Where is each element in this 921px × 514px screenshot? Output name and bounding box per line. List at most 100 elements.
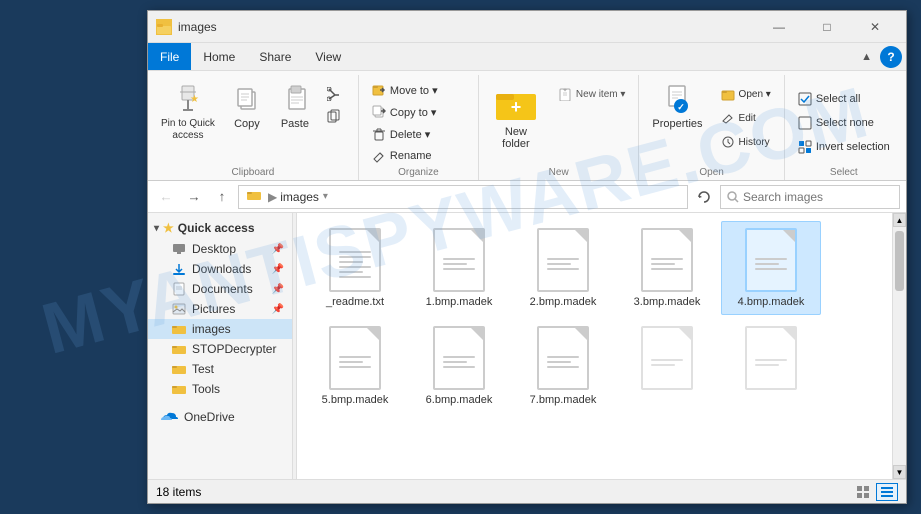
file-name-readme: _readme.txt bbox=[326, 296, 384, 308]
folder-icon-tools bbox=[172, 383, 186, 395]
invert-selection-label: Invert selection bbox=[816, 141, 890, 153]
file-icon-7bmp bbox=[537, 326, 589, 390]
maximize-button[interactable]: □ bbox=[804, 13, 850, 41]
file-item-4bmp[interactable]: 4.bmp.madek bbox=[721, 221, 821, 315]
address-bar: ← → ↑ ▶ images ▾ bbox=[148, 181, 906, 213]
menu-view[interactable]: View bbox=[303, 43, 353, 70]
quick-access-chevron: ▾ bbox=[154, 223, 159, 234]
sidebar-downloads-label: Downloads bbox=[192, 262, 251, 276]
sidebar-tools-label: Tools bbox=[192, 382, 220, 396]
forward-button[interactable]: → bbox=[182, 185, 206, 209]
search-input[interactable] bbox=[743, 190, 893, 204]
scroll-thumb[interactable] bbox=[895, 231, 904, 291]
file-item-9bmp[interactable] bbox=[721, 319, 821, 413]
menu-file[interactable]: File bbox=[148, 43, 191, 70]
file-name-2bmp: 2.bmp.madek bbox=[530, 296, 597, 308]
new-folder-button[interactable]: + Newfolder bbox=[485, 79, 547, 155]
search-icon bbox=[727, 191, 739, 203]
pin-indicator2: 📌 bbox=[272, 264, 284, 275]
folder-icon-stopdecrypter bbox=[172, 343, 186, 355]
sidebar-item-images[interactable]: images bbox=[148, 319, 292, 339]
file-name-3bmp: 3.bmp.madek bbox=[634, 296, 701, 308]
svg-text:★: ★ bbox=[190, 94, 199, 105]
sidebar-desktop-label: Desktop bbox=[192, 242, 236, 256]
quick-access-header[interactable]: ▾ ★ Quick access bbox=[148, 217, 292, 239]
sidebar-item-pictures[interactable]: Pictures 📌 bbox=[148, 299, 292, 319]
up-button[interactable]: ↑ bbox=[210, 185, 234, 209]
grid-view-button[interactable] bbox=[852, 483, 874, 501]
close-button[interactable]: ✕ bbox=[852, 13, 898, 41]
select-all-button[interactable]: Select all bbox=[791, 88, 897, 110]
scrollbar[interactable]: ▲ ▼ bbox=[892, 213, 906, 479]
downloads-icon bbox=[172, 262, 186, 276]
paste-button[interactable]: Paste bbox=[272, 79, 318, 135]
open-button[interactable]: Open ▾ bbox=[714, 83, 778, 105]
copy-to-button[interactable]: Copy to ▾ bbox=[365, 101, 445, 123]
select-none-label: Select none bbox=[816, 117, 874, 129]
address-path-folder-icon bbox=[247, 189, 261, 204]
sidebar-item-tools[interactable]: Tools bbox=[148, 379, 292, 399]
sidebar-item-downloads[interactable]: Downloads 📌 bbox=[148, 259, 292, 279]
ribbon-collapse-button[interactable]: ▲ bbox=[857, 49, 876, 65]
status-bar: 18 items bbox=[148, 479, 906, 503]
invert-selection-button[interactable]: Invert selection bbox=[791, 136, 897, 158]
new-folder-label: Newfolder bbox=[502, 126, 530, 150]
properties-button[interactable]: ✓ Properties bbox=[645, 79, 709, 135]
file-item-2bmp[interactable]: 2.bmp.madek bbox=[513, 221, 613, 315]
file-item-readme[interactable]: _readme.txt bbox=[305, 221, 405, 315]
history-button[interactable]: History bbox=[714, 131, 778, 153]
ribbon: ★ Pin to Quickaccess bbox=[148, 71, 906, 181]
address-path[interactable]: ▶ images ▾ bbox=[238, 185, 688, 209]
scroll-down-button[interactable]: ▼ bbox=[893, 465, 906, 479]
file-item-7bmp[interactable]: 7.bmp.madek bbox=[513, 319, 613, 413]
sidebar-onedrive-label: OneDrive bbox=[184, 410, 235, 424]
scroll-up-button[interactable]: ▲ bbox=[893, 213, 906, 227]
address-current: images bbox=[280, 190, 319, 204]
refresh-button[interactable] bbox=[692, 185, 716, 209]
file-icon-9bmp bbox=[745, 326, 797, 390]
move-to-button[interactable]: Move to ▾ bbox=[365, 79, 445, 101]
delete-label: Delete ▾ bbox=[390, 128, 430, 141]
copy-button[interactable]: Copy bbox=[224, 79, 270, 135]
list-view-button[interactable] bbox=[876, 483, 898, 501]
menu-share[interactable]: Share bbox=[247, 43, 303, 70]
pin-quick-access-button[interactable]: ★ Pin to Quickaccess bbox=[154, 79, 222, 147]
file-item-8bmp[interactable] bbox=[617, 319, 717, 413]
rename-label: Rename bbox=[390, 150, 432, 162]
pictures-icon bbox=[172, 302, 186, 316]
clipboard-label: Clipboard bbox=[154, 167, 352, 180]
file-item-5bmp[interactable]: 5.bmp.madek bbox=[305, 319, 405, 413]
item-count: 18 items bbox=[156, 485, 201, 499]
sidebar-item-documents[interactable]: Documents 📌 bbox=[148, 279, 292, 299]
explorer-window: images — □ ✕ File Home Share View ▲ ? bbox=[147, 10, 907, 504]
back-button[interactable]: ← bbox=[154, 185, 178, 209]
help-button[interactable]: ? bbox=[880, 46, 902, 68]
folder-icon-test bbox=[172, 363, 186, 375]
file-item-3bmp[interactable]: 3.bmp.madek bbox=[617, 221, 717, 315]
menu-home[interactable]: Home bbox=[191, 43, 247, 70]
copy-path-button[interactable] bbox=[320, 105, 352, 127]
sidebar-item-desktop[interactable]: Desktop 📌 bbox=[148, 239, 292, 259]
edit-button[interactable]: Edit bbox=[714, 107, 778, 129]
properties-icon: ✓ bbox=[661, 84, 693, 116]
file-item-1bmp[interactable]: 1.bmp.madek bbox=[409, 221, 509, 315]
cut-button[interactable] bbox=[320, 83, 352, 105]
new-item-button[interactable]: ✦ New item ▾ bbox=[551, 83, 632, 105]
address-dropdown-arrow[interactable]: ▾ bbox=[323, 191, 328, 202]
rename-button[interactable]: Rename bbox=[365, 145, 445, 167]
copy-icon bbox=[231, 84, 263, 116]
sidebar-item-stopdecrypter[interactable]: STOPDecrypter bbox=[148, 339, 292, 359]
select-label: Select bbox=[791, 167, 897, 180]
pin-quick-access-label: Pin to Quickaccess bbox=[161, 118, 215, 142]
paste-label: Paste bbox=[281, 118, 309, 130]
sidebar-item-onedrive[interactable]: OneDrive bbox=[148, 407, 292, 427]
file-item-6bmp[interactable]: 6.bmp.madek bbox=[409, 319, 509, 413]
minimize-button[interactable]: — bbox=[756, 13, 802, 41]
star-icon: ★ bbox=[163, 221, 174, 235]
select-none-button[interactable]: Select none bbox=[791, 112, 897, 134]
sidebar-item-test[interactable]: Test bbox=[148, 359, 292, 379]
properties-label: Properties bbox=[652, 118, 702, 130]
delete-button[interactable]: Delete ▾ bbox=[365, 123, 445, 145]
file-icon-5bmp bbox=[329, 326, 381, 390]
content-area: ▾ ★ Quick access Desktop 📌 Downloads 📌 D… bbox=[148, 213, 906, 479]
